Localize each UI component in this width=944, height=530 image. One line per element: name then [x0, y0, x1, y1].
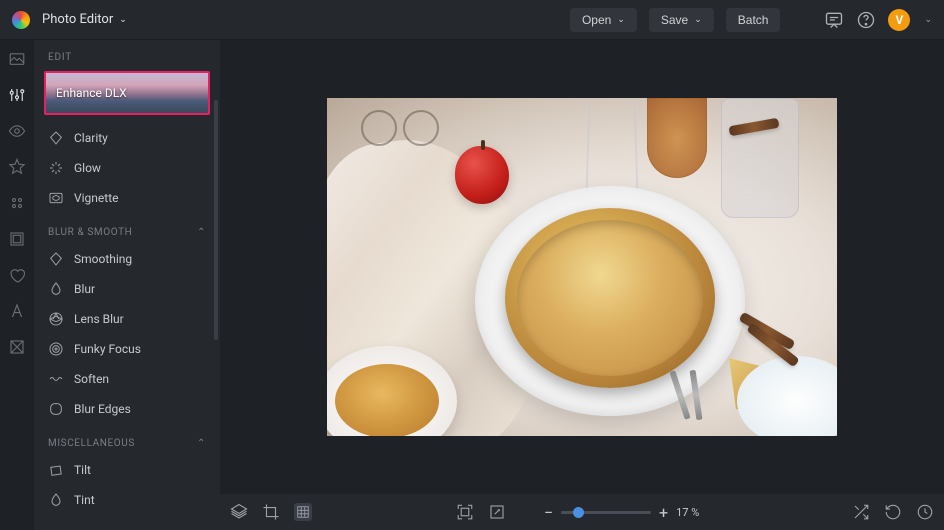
batch-button[interactable]: Batch — [726, 8, 781, 32]
undo-icon[interactable] — [884, 503, 902, 521]
section-miscellaneous[interactable]: MISCELLANEOUS ⌃ — [34, 424, 220, 455]
avatar-initial: V — [896, 13, 904, 27]
feedback-icon[interactable] — [824, 10, 844, 30]
section-label: BLUR & SMOOTH — [48, 227, 132, 238]
tool-label: Vignette — [74, 191, 119, 205]
shuffle-icon[interactable] — [852, 503, 870, 521]
aperture-icon — [48, 311, 64, 327]
chevron-down-icon: ⌄ — [617, 14, 625, 25]
tool-label: Blur — [74, 282, 95, 296]
zoom-control: − + 17 % — [544, 503, 708, 522]
tool-tint[interactable]: Tint — [34, 485, 220, 515]
crop-icon[interactable] — [262, 503, 280, 521]
tool-glow[interactable]: Glow — [34, 153, 220, 183]
batch-label: Batch — [738, 13, 769, 27]
tool-tilt[interactable]: Tilt — [34, 455, 220, 485]
rail-effects-icon[interactable] — [8, 194, 26, 212]
tool-vignette[interactable]: Vignette — [34, 183, 220, 213]
chevron-down-icon[interactable]: ⌄ — [924, 15, 932, 25]
sparkle-icon — [48, 160, 64, 176]
chevron-up-icon: ⌃ — [197, 227, 206, 238]
rail-image-icon[interactable] — [8, 50, 26, 68]
tool-blur[interactable]: Blur — [34, 274, 220, 304]
diamond-icon — [48, 251, 64, 267]
photo-preview — [327, 98, 837, 436]
zoom-out-button[interactable]: − — [544, 503, 553, 522]
app-title-label: Photo Editor — [42, 12, 113, 27]
scrollbar-thumb[interactable] — [214, 100, 218, 340]
tool-blur-edges[interactable]: Blur Edges — [34, 394, 220, 424]
chevron-up-icon: ⌃ — [197, 438, 206, 449]
open-label: Open — [582, 13, 611, 27]
square-round-icon — [48, 401, 64, 417]
save-label: Save — [661, 13, 688, 27]
app-title-dropdown[interactable]: Photo Editor ⌄ — [42, 12, 127, 27]
canvas[interactable] — [220, 40, 944, 494]
tool-label: Tilt — [74, 463, 91, 477]
tool-label: Lens Blur — [74, 312, 124, 326]
enhance-dlx-card[interactable]: Enhance DLX — [44, 71, 210, 115]
expand-icon[interactable] — [488, 503, 506, 521]
app-logo-icon — [12, 11, 30, 29]
zoom-in-button[interactable]: + — [659, 503, 668, 522]
section-blur-smooth[interactable]: BLUR & SMOOTH ⌃ — [34, 213, 220, 244]
drop-icon — [48, 281, 64, 297]
rail-adjust-icon[interactable] — [8, 86, 26, 104]
tool-label: Clarity — [74, 131, 108, 145]
rail-heart-icon[interactable] — [8, 266, 26, 284]
target-icon — [48, 341, 64, 357]
history-icon[interactable] — [916, 503, 934, 521]
rail-star-icon[interactable] — [8, 158, 26, 176]
rail-texture-icon[interactable] — [8, 338, 26, 356]
wave-icon — [48, 371, 64, 387]
bottom-bar: − + 17 % — [220, 494, 944, 530]
tilt-icon — [48, 462, 64, 478]
chevron-down-icon: ⌄ — [119, 15, 127, 25]
rail-text-icon[interactable] — [8, 302, 26, 320]
section-label: MISCELLANEOUS — [48, 438, 135, 449]
tool-label: Soften — [74, 372, 109, 386]
rail-bar — [0, 40, 34, 530]
tool-label: Blur Edges — [74, 402, 131, 416]
header: Photo Editor ⌄ Open ⌄ Save ⌄ Batch V ⌄ — [0, 0, 944, 40]
drop-icon — [48, 492, 64, 508]
open-button[interactable]: Open ⌄ — [570, 8, 637, 32]
zoom-value: 17 % — [676, 506, 708, 519]
vignette-icon — [48, 190, 64, 206]
side-panel: EDIT Enhance DLX Clarity Glow Vignette BLU… — [34, 40, 220, 530]
chevron-down-icon: ⌄ — [694, 14, 702, 25]
tool-lens-blur[interactable]: Lens Blur — [34, 304, 220, 334]
tool-label: Smoothing — [74, 252, 132, 266]
tool-label: Tint — [74, 493, 95, 507]
diamond-icon — [48, 130, 64, 146]
fit-icon[interactable] — [456, 503, 474, 521]
tool-clarity[interactable]: Clarity — [34, 123, 220, 153]
tool-label: Funky Focus — [74, 342, 141, 356]
rail-frame-icon[interactable] — [8, 230, 26, 248]
zoom-slider-thumb[interactable] — [573, 507, 584, 518]
save-button[interactable]: Save ⌄ — [649, 8, 714, 32]
enhance-label: Enhance DLX — [56, 86, 127, 100]
tool-smoothing[interactable]: Smoothing — [34, 244, 220, 274]
grid-icon[interactable] — [294, 503, 312, 521]
zoom-slider[interactable] — [561, 511, 651, 514]
tool-funky-focus[interactable]: Funky Focus — [34, 334, 220, 364]
panel-head: EDIT — [34, 40, 220, 71]
canvas-area: − + 17 % — [220, 40, 944, 530]
help-icon[interactable] — [856, 10, 876, 30]
layers-icon[interactable] — [230, 503, 248, 521]
avatar[interactable]: V — [888, 9, 910, 31]
tool-soften[interactable]: Soften — [34, 364, 220, 394]
rail-eye-icon[interactable] — [8, 122, 26, 140]
tool-label: Glow — [74, 161, 101, 175]
